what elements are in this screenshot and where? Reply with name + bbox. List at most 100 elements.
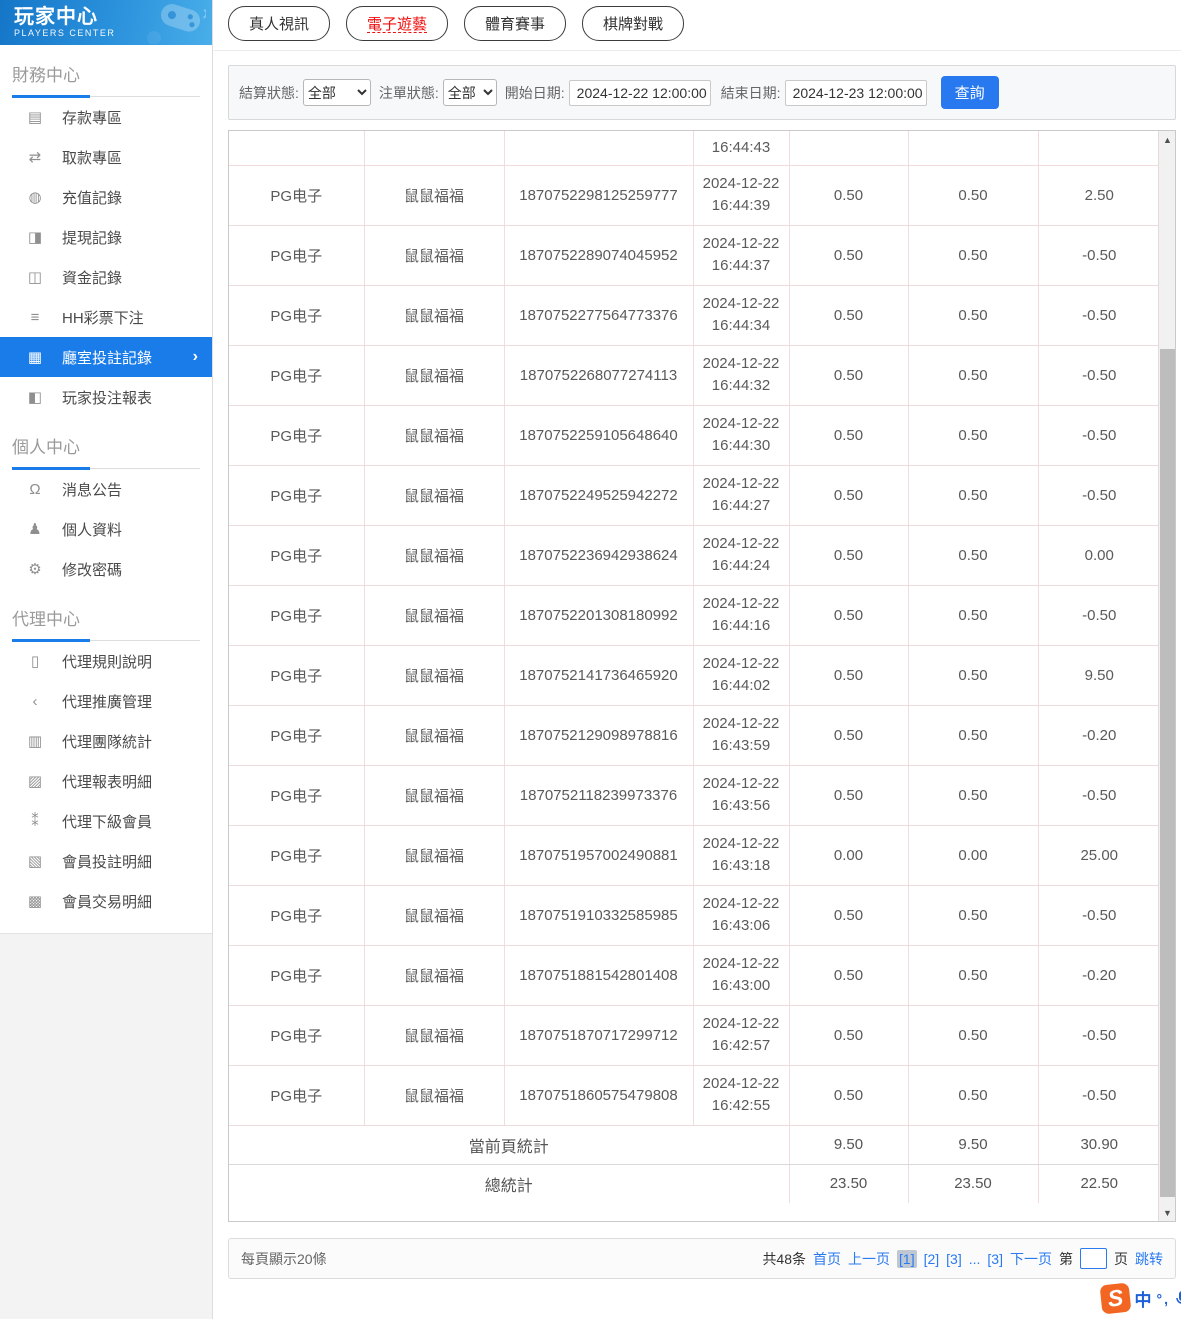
datetime-date: 2024-12-22 bbox=[702, 175, 780, 192]
profile-person-icon: ♟ bbox=[28, 521, 42, 538]
sidebar-item-label: 代理規則說明 bbox=[62, 653, 153, 671]
sidebar-item-link[interactable]: ▯ 代理規則說明 bbox=[0, 641, 212, 681]
pagination-next[interactable]: 下一页 bbox=[1010, 1249, 1052, 1269]
cell-bet-amount: 0.00 bbox=[789, 825, 909, 886]
cell-bet-amount: 0.50 bbox=[789, 945, 909, 1006]
order-status-select[interactable]: 全部 bbox=[442, 79, 497, 106]
cell-datetime: 2024-12-22 16:44:34 bbox=[693, 285, 790, 346]
cell-player: 鼠鼠福福 bbox=[364, 645, 505, 706]
datetime-date: 2024-12-22 bbox=[702, 775, 780, 792]
cell-valid-bet: 0.50 bbox=[908, 345, 1039, 406]
cell-order-id: 1870751910332585985 bbox=[504, 885, 694, 946]
cell-order-id: 1870752259105648640 bbox=[504, 405, 694, 466]
cell-bet-amount: 0.50 bbox=[789, 885, 909, 946]
sidebar-item-link[interactable]: ▥ 代理團隊統計 bbox=[0, 721, 212, 761]
sidebar-item-label: 提現記錄 bbox=[62, 229, 123, 247]
bet-records-table-container: 16:44:43 PG电子 鼠鼠福福 1870752298125259777 2024-… bbox=[228, 130, 1176, 1222]
sidebar-item-label: 代理團隊統計 bbox=[62, 733, 153, 751]
sidebar-item-link[interactable]: ◧ 玩家投注報表 bbox=[0, 377, 212, 417]
ime-language-indicator[interactable]: 中 bbox=[1135, 1286, 1152, 1311]
scrollbar-track[interactable]: ▲ ▼ bbox=[1158, 131, 1175, 1221]
table-row: PG电子 鼠鼠福福 1870752298125259777 2024-12-22 16:… bbox=[229, 165, 1160, 226]
pagination-prev[interactable]: 上一页 bbox=[848, 1249, 890, 1269]
cell-datetime: 2024-12-22 16:43:59 bbox=[693, 705, 790, 766]
cell-valid-bet: 0.50 bbox=[908, 1005, 1039, 1066]
sidebar-item-link[interactable]: ‹ 代理推廣管理 bbox=[0, 681, 212, 721]
table-row: PG电子 鼠鼠福福 1870752289074045952 2024-12-22 16:… bbox=[229, 225, 1160, 286]
search-button[interactable]: 查詢 bbox=[940, 76, 999, 109]
cell-bet-amount: 0.50 bbox=[789, 1065, 909, 1126]
cell-datetime: 2024-12-22 16:44:27 bbox=[693, 465, 790, 526]
sidebar-item-link[interactable]: ⇄ 取款專區 bbox=[0, 137, 212, 177]
cell-valid-bet: 0.50 bbox=[908, 525, 1039, 586]
sidebar-item-active[interactable]: ▦ 廳室投註記錄 › bbox=[0, 337, 212, 377]
sidebar-item-link[interactable]: ▤ 存款專區 bbox=[0, 97, 212, 137]
tab-item[interactable]: 體育賽事 bbox=[464, 6, 567, 41]
tab-item[interactable]: 棋牌對戰 bbox=[582, 6, 685, 41]
settle-status-select[interactable]: 全部 bbox=[302, 79, 371, 106]
cell-win-loss: 25.00 bbox=[1038, 825, 1160, 886]
sogou-logo-icon[interactable]: S bbox=[1099, 1282, 1131, 1315]
sidebar-item-link[interactable]: ▧ 會員投註明細 bbox=[0, 841, 212, 881]
sidebar-item-link[interactable]: ⚙ 修改密碼 bbox=[0, 549, 212, 589]
sidebar-item-link[interactable]: ⁑ 代理下級會員 bbox=[0, 801, 212, 841]
cell-bet-amount: 0.50 bbox=[789, 285, 909, 346]
cell-order-id: 1870752141736465920 bbox=[504, 645, 694, 706]
page-number[interactable]: [3] bbox=[946, 1251, 962, 1267]
cell-player: 鼠鼠福福 bbox=[364, 525, 505, 586]
page-number[interactable]: [2] bbox=[924, 1251, 940, 1267]
jump-suffix-label: 页 bbox=[1114, 1250, 1128, 1267]
sidebar-item-link[interactable]: ◨ 提現記錄 bbox=[0, 217, 212, 257]
ime-mic-icon[interactable] bbox=[1175, 1290, 1181, 1308]
cell-win-loss: -0.20 bbox=[1038, 945, 1160, 1006]
sidebar-item-link[interactable]: ◍ 充值記錄 bbox=[0, 177, 212, 217]
password-gear-icon: ⚙ bbox=[28, 561, 42, 578]
cell-platform: PG电子 bbox=[229, 765, 365, 826]
cell-valid-bet: 0.50 bbox=[908, 585, 1039, 646]
cell-platform: PG电子 bbox=[229, 225, 365, 286]
sidebar-item-link[interactable]: ▩ 會員交易明細 bbox=[0, 881, 212, 921]
sidebar-item-link[interactable]: Ω 消息公告 bbox=[0, 469, 212, 509]
cell-bet-amount: 0.50 bbox=[789, 165, 909, 226]
table-row-partial: 16:44:43 bbox=[229, 131, 1160, 166]
summary-win-loss: 22.50 bbox=[1038, 1163, 1160, 1203]
ime-punctuation-indicator[interactable]: °, bbox=[1157, 1291, 1171, 1307]
scrollbar-thumb[interactable] bbox=[1160, 349, 1175, 1197]
ime-toolbar[interactable]: S 中 °, bbox=[1099, 1282, 1181, 1315]
scrollbar-up-button[interactable]: ▲ bbox=[1159, 131, 1175, 148]
start-date-input[interactable] bbox=[568, 79, 711, 106]
cell-valid-bet: 0.00 bbox=[908, 825, 1039, 886]
cell-player: 鼠鼠福福 bbox=[364, 885, 505, 946]
funds-record-icon: ◫ bbox=[27, 269, 43, 286]
table-row: PG电子 鼠鼠福福 1870752249525942272 2024-12-22 16:… bbox=[229, 465, 1160, 526]
cell-datetime: 2024-12-22 16:42:55 bbox=[693, 1065, 790, 1126]
sidebar-item-link[interactable]: ◫ 資金記錄 bbox=[0, 257, 212, 297]
cell-valid-bet: 0.50 bbox=[908, 945, 1039, 1006]
datetime-time: 16:44:27 bbox=[711, 497, 771, 514]
table-row: PG电子 鼠鼠福福 1870751870717299712 2024-12-22 16:… bbox=[229, 1005, 1160, 1066]
cell-player: 鼠鼠福福 bbox=[364, 705, 505, 766]
member-bet-detail-icon: ▧ bbox=[27, 853, 43, 870]
cell-valid-bet: 0.50 bbox=[908, 285, 1039, 346]
tab-active[interactable]: 電子遊藝 bbox=[346, 6, 449, 41]
page-number[interactable]: [3] bbox=[987, 1251, 1003, 1267]
jump-button[interactable]: 跳转 bbox=[1135, 1249, 1163, 1269]
sidebar-item-link[interactable]: ♟ 個人資料 bbox=[0, 509, 212, 549]
sidebar-item-label: 玩家投注報表 bbox=[62, 389, 153, 407]
sidebar-item-link[interactable]: ▨ 代理報表明細 bbox=[0, 761, 212, 801]
jump-page-input[interactable] bbox=[1080, 1248, 1107, 1269]
page-number[interactable]: [1] bbox=[897, 1249, 917, 1268]
cell-player: 鼠鼠福福 bbox=[364, 225, 505, 286]
cell-win-loss: -0.20 bbox=[1038, 705, 1160, 766]
cell-player: 鼠鼠福福 bbox=[364, 405, 505, 466]
table-row: PG电子 鼠鼠福福 1870752268077274113 2024-12-22 16:… bbox=[229, 345, 1160, 406]
cell-player: 鼠鼠福福 bbox=[364, 1065, 505, 1126]
tab-item[interactable]: 真人視訊 bbox=[228, 6, 331, 41]
table-row: PG电子 鼠鼠福福 1870752236942938624 2024-12-22 16:… bbox=[229, 525, 1160, 586]
chevron-right-icon: › bbox=[192, 348, 198, 365]
scrollbar-down-button[interactable]: ▼ bbox=[1159, 1204, 1175, 1221]
cell-order-id: 1870752289074045952 bbox=[504, 225, 694, 286]
end-date-input[interactable] bbox=[784, 79, 927, 106]
sidebar-item-link[interactable]: ≡ HH彩票下注 bbox=[0, 297, 212, 337]
pagination-first[interactable]: 首页 bbox=[813, 1249, 841, 1269]
